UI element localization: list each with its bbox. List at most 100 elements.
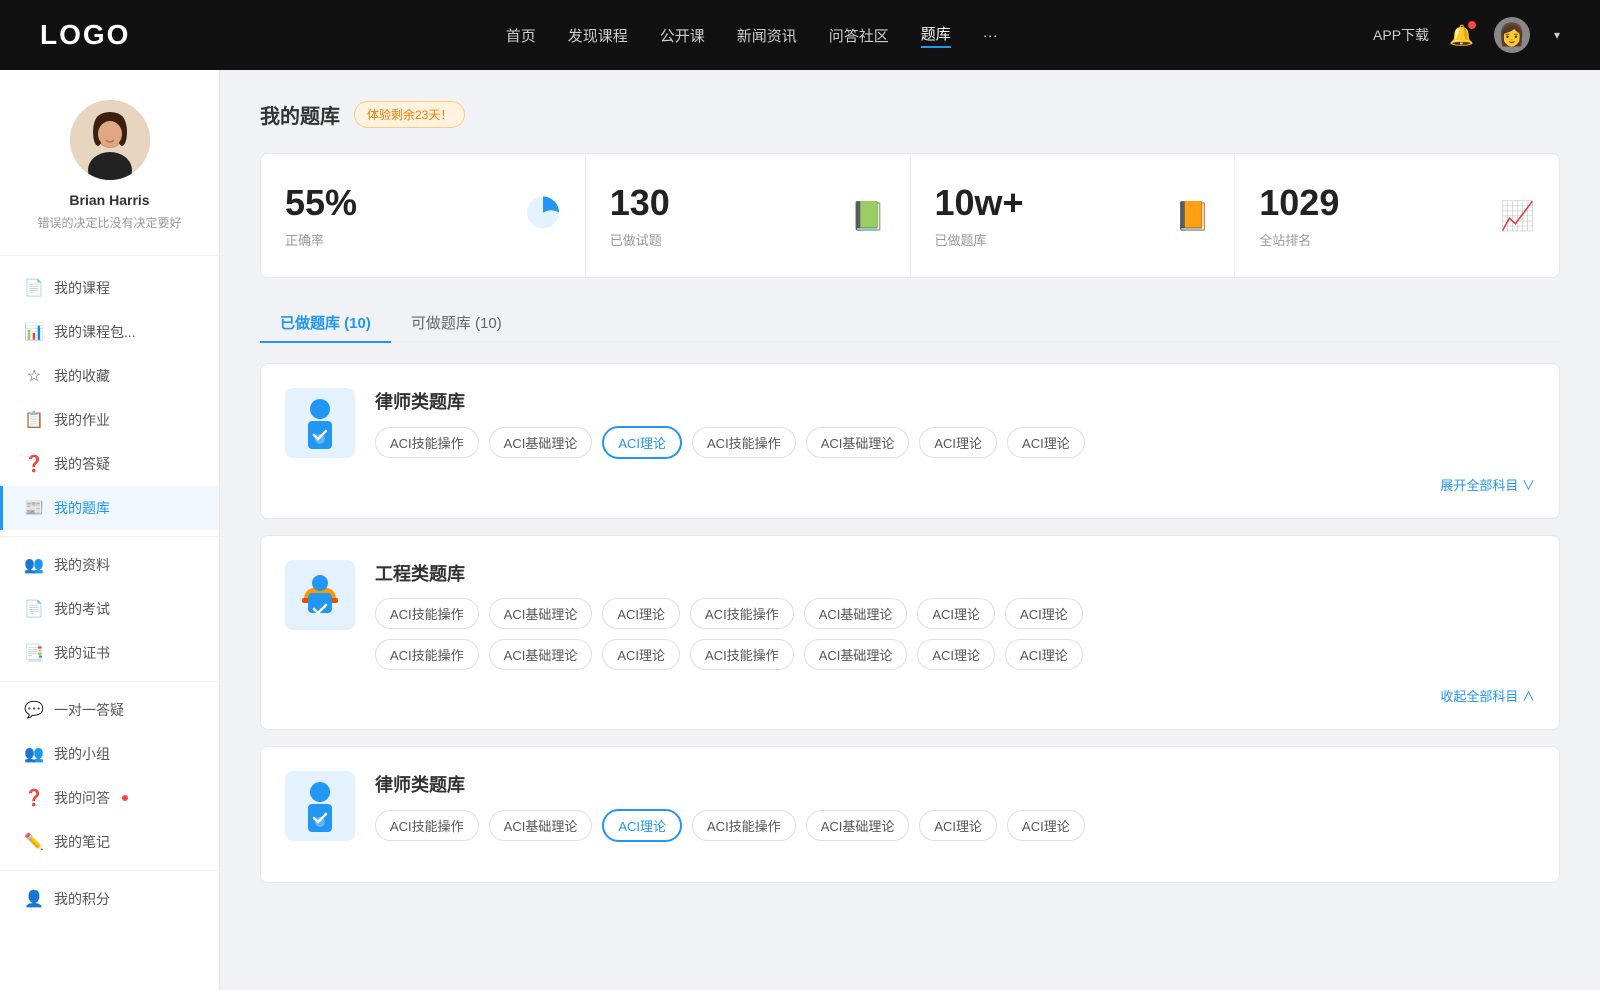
page-title: 我的题库 <box>260 100 340 129</box>
nav-discover[interactable]: 发现课程 <box>568 25 628 46</box>
page-header: 我的题库 体验剩余23天！ <box>260 100 1560 129</box>
tag-3-4[interactable]: ACI基础理论 <box>806 810 910 841</box>
tag-2-6[interactable]: ACI理论 <box>1005 598 1083 629</box>
tag-2b-6[interactable]: ACI理论 <box>1005 639 1083 670</box>
stat-rank-label: 全站排名 <box>1259 230 1311 249</box>
main-content: 我的题库 体验剩余23天！ 55% 正确率 130 已做试题 📗 <box>220 70 1600 990</box>
qa-icon: ❓ <box>24 454 44 474</box>
tag-2b-1[interactable]: ACI基础理论 <box>489 639 593 670</box>
tag-2-5[interactable]: ACI理论 <box>917 598 995 629</box>
sidebar-item-course-package[interactable]: 📊 我的课程包... <box>0 310 219 354</box>
nav-bank[interactable]: 题库 <box>921 23 951 48</box>
tag-3-5[interactable]: ACI理论 <box>919 810 997 841</box>
app-download-button[interactable]: APP下载 <box>1373 25 1429 45</box>
tag-2b-0[interactable]: ACI技能操作 <box>375 639 479 670</box>
sidebar-item-bank[interactable]: 📰 我的题库 <box>0 486 219 530</box>
sidebar-item-group[interactable]: 👥 我的小组 <box>0 732 219 776</box>
tag-3-6[interactable]: ACI理论 <box>1007 810 1085 841</box>
stat-accuracy: 55% 正确率 <box>261 154 586 277</box>
tag-2b-2[interactable]: ACI理论 <box>602 639 680 670</box>
sidebar-item-label: 我的积分 <box>54 889 110 909</box>
stat-done-banks: 10w+ 已做题库 📙 <box>911 154 1236 277</box>
expand-row-1: 展开全部科目 ∨ <box>285 475 1535 494</box>
bank-card-content-2: 工程类题库 ACI技能操作 ACI基础理论 ACI理论 ACI技能操作 ACI基… <box>375 560 1535 670</box>
tag-3-0[interactable]: ACI技能操作 <box>375 810 479 841</box>
profile-icon: 👥 <box>24 555 44 575</box>
tab-available-banks[interactable]: 可做题库 (10) <box>391 302 522 343</box>
nav-home[interactable]: 首页 <box>506 25 536 46</box>
sidebar-item-points[interactable]: 👤 我的积分 <box>0 877 219 921</box>
chart-red-icon: 📈 <box>1500 199 1535 232</box>
menu-divider-1 <box>0 536 219 537</box>
doc-orange-icon: 📙 <box>1175 199 1210 232</box>
profile-avatar <box>70 100 150 180</box>
sidebar-item-my-course[interactable]: 📄 我的课程 <box>0 266 219 310</box>
sidebar-item-profile[interactable]: 👥 我的资料 <box>0 543 219 587</box>
tag-1-4[interactable]: ACI基础理论 <box>806 427 910 458</box>
sidebar-item-label: 我的资料 <box>54 555 110 575</box>
doc-green-icon: 📗 <box>851 199 886 232</box>
tag-2b-3[interactable]: ACI技能操作 <box>690 639 794 670</box>
tag-2-3[interactable]: ACI技能操作 <box>690 598 794 629</box>
nav-opencourse[interactable]: 公开课 <box>660 25 705 46</box>
1on1-icon: 💬 <box>24 700 44 720</box>
menu-divider-2 <box>0 681 219 682</box>
stats-row: 55% 正确率 130 已做试题 📗 10w+ 已做题库 📙 <box>260 153 1560 278</box>
stat-rank-value: 1029 <box>1259 182 1339 224</box>
tag-3-3[interactable]: ACI技能操作 <box>692 810 796 841</box>
tag-2-1[interactable]: ACI基础理论 <box>489 598 593 629</box>
collapse-button-2[interactable]: 收起全部科目 ∧ <box>1440 686 1535 705</box>
stat-rank: 1029 全站排名 📈 <box>1235 154 1559 277</box>
tag-1-6[interactable]: ACI理论 <box>1007 427 1085 458</box>
sidebar-item-label: 我的问答 <box>54 788 110 808</box>
sidebar-item-favorites[interactable]: ☆ 我的收藏 <box>0 354 219 398</box>
lawyer-icon <box>285 388 355 458</box>
sidebar-item-label: 我的作业 <box>54 410 110 430</box>
tag-2b-4[interactable]: ACI基础理论 <box>804 639 908 670</box>
tag-1-5[interactable]: ACI理论 <box>919 427 997 458</box>
tag-1-0[interactable]: ACI技能操作 <box>375 427 479 458</box>
bell-icon[interactable]: 🔔 <box>1449 23 1474 48</box>
favorites-icon: ☆ <box>24 366 44 386</box>
sidebar: Brian Harris 错误的决定比没有决定要好 📄 我的课程 📊 我的课程包… <box>0 70 220 990</box>
nav-more[interactable]: ··· <box>983 27 998 44</box>
profile-motto: 错误的决定比没有决定要好 <box>20 214 199 231</box>
sidebar-item-homework[interactable]: 📋 我的作业 <box>0 398 219 442</box>
tag-2b-5[interactable]: ACI理论 <box>917 639 995 670</box>
sidebar-item-1on1[interactable]: 💬 一对一答疑 <box>0 688 219 732</box>
sidebar-item-exam[interactable]: 📄 我的考试 <box>0 587 219 631</box>
stat-accuracy-value: 55% <box>285 182 357 224</box>
nav-news[interactable]: 新闻资讯 <box>737 25 797 46</box>
user-avatar[interactable]: 👩 <box>1494 17 1530 53</box>
tag-1-1[interactable]: ACI基础理论 <box>489 427 593 458</box>
sidebar-item-label: 我的答疑 <box>54 454 110 474</box>
tag-3-2[interactable]: ACI理论 <box>602 809 682 842</box>
engineer-icon <box>285 560 355 630</box>
expand-button-1[interactable]: 展开全部科目 ∨ <box>1440 475 1535 494</box>
tag-3-1[interactable]: ACI基础理论 <box>489 810 593 841</box>
bank-card-header-1: 律师类题库 ACI技能操作 ACI基础理论 ACI理论 ACI技能操作 ACI基… <box>285 388 1535 459</box>
tab-done-banks[interactable]: 已做题库 (10) <box>260 302 391 343</box>
bank-card-lawyer-1: 律师类题库 ACI技能操作 ACI基础理论 ACI理论 ACI技能操作 ACI基… <box>260 363 1560 519</box>
chevron-down-icon[interactable]: ▾ <box>1554 28 1560 42</box>
my-course-icon: 📄 <box>24 278 44 298</box>
sidebar-item-notes[interactable]: ✏️ 我的笔记 <box>0 820 219 864</box>
sidebar-item-label: 我的题库 <box>54 498 110 518</box>
tag-2-0[interactable]: ACI技能操作 <box>375 598 479 629</box>
sidebar-item-certificate[interactable]: 📑 我的证书 <box>0 631 219 675</box>
stat-banks-value: 10w+ <box>935 182 1024 224</box>
tag-1-2[interactable]: ACI理论 <box>602 426 682 459</box>
bell-dot <box>1468 21 1476 29</box>
sidebar-menu: 📄 我的课程 📊 我的课程包... ☆ 我的收藏 📋 我的作业 ❓ 我的答疑 📰 <box>0 256 219 931</box>
tag-2-2[interactable]: ACI理论 <box>602 598 680 629</box>
qa-notification-dot <box>122 795 128 801</box>
sidebar-item-label: 我的收藏 <box>54 366 110 386</box>
sidebar-item-qa[interactable]: ❓ 我的答疑 <box>0 442 219 486</box>
tag-1-3[interactable]: ACI技能操作 <box>692 427 796 458</box>
tag-2-4[interactable]: ACI基础理论 <box>804 598 908 629</box>
nav-qa[interactable]: 问答社区 <box>829 25 889 46</box>
sidebar-item-my-qa[interactable]: ❓ 我的问答 <box>0 776 219 820</box>
profile-name: Brian Harris <box>20 192 199 208</box>
avatar-image <box>70 100 150 180</box>
stat-done-questions: 130 已做试题 📗 <box>586 154 911 277</box>
